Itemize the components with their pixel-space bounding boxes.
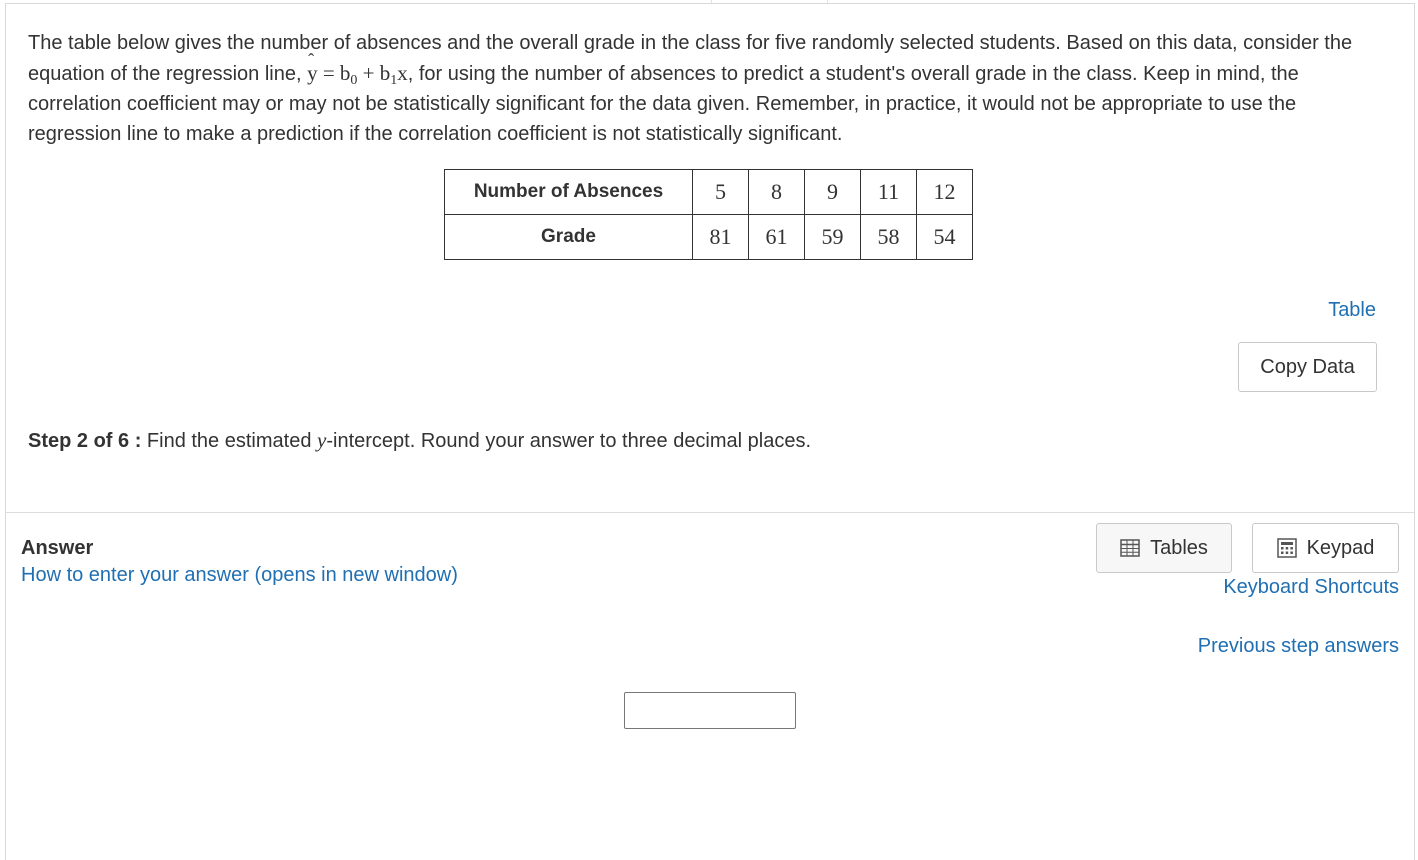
- table-cell: 5: [692, 169, 749, 215]
- step-label: Step 2 of 6 :: [28, 430, 142, 452]
- keypad-button[interactable]: Keypad: [1252, 523, 1399, 573]
- table-cell: 59: [804, 214, 861, 260]
- table-link[interactable]: Table: [1328, 299, 1376, 322]
- tables-button-label: Tables: [1150, 536, 1208, 559]
- keypad-button-label: Keypad: [1306, 536, 1375, 559]
- table-cell: 58: [860, 214, 917, 260]
- table-row-grade: Grade 81 61 59 58 54: [444, 214, 973, 260]
- step-prompt: Step 2 of 6 : Find the estimated y-inter…: [28, 428, 812, 452]
- how-to-enter-answer-link[interactable]: How to enter your answer (opens in new w…: [21, 564, 458, 587]
- answer-label: Answer: [21, 537, 94, 559]
- question-text: The table below gives the number of abse…: [28, 28, 1388, 149]
- row-header: Grade: [444, 214, 693, 260]
- y-hat: ˆy: [307, 50, 318, 88]
- hat-accent: ˆ: [308, 50, 315, 70]
- table-cell: 9: [804, 169, 861, 215]
- table-cell: 8: [748, 169, 805, 215]
- table-cell: 12: [916, 169, 973, 215]
- copy-data-button[interactable]: Copy Data: [1238, 342, 1377, 392]
- tables-button[interactable]: Tables: [1096, 523, 1232, 573]
- variable-y: y: [317, 428, 327, 452]
- row-header: Number of Absences: [444, 169, 693, 215]
- top-tab-divider: [711, 0, 712, 3]
- table-cell: 11: [860, 169, 917, 215]
- answer-input[interactable]: [624, 692, 796, 729]
- table-row-absences: Number of Absences 5 8 9 11 12: [444, 169, 973, 215]
- data-table: Number of Absences 5 8 9 11 12 Grade 81 …: [444, 169, 973, 260]
- table-cell: 81: [692, 214, 749, 260]
- previous-step-answers-link[interactable]: Previous step answers: [1198, 635, 1399, 658]
- keyboard-shortcuts-link[interactable]: Keyboard Shortcuts: [1223, 576, 1399, 599]
- table-grid-icon: [1120, 539, 1140, 557]
- regression-equation: ˆy = b0 + b1x: [307, 50, 408, 88]
- top-tab-divider: [827, 0, 828, 3]
- calculator-icon: [1276, 538, 1297, 558]
- table-cell: 54: [916, 214, 973, 260]
- section-divider: [6, 512, 1414, 513]
- table-cell: 61: [748, 214, 805, 260]
